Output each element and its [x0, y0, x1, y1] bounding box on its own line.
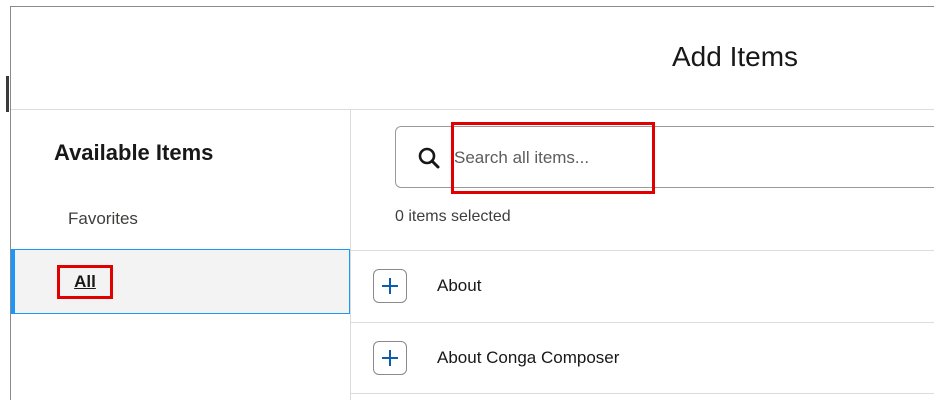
- list-item: About: [351, 250, 934, 322]
- selected-count: 0 items selected: [395, 208, 511, 225]
- window-left-edge: [0, 6, 11, 400]
- items-panel: 0 items selected About About: [351, 110, 934, 400]
- search-icon: [417, 146, 441, 170]
- plus-icon: [382, 350, 398, 366]
- item-label: About Conga Composer: [437, 348, 620, 367]
- add-item-button[interactable]: [373, 341, 407, 375]
- sidebar-item-label: All: [57, 265, 113, 299]
- plus-icon: [382, 278, 398, 294]
- add-item-button[interactable]: [373, 269, 407, 303]
- screenshot-frame: Add Items Available Items Favorites All: [0, 0, 934, 400]
- search-box[interactable]: [395, 126, 934, 188]
- add-items-modal: Add Items Available Items Favorites All: [11, 7, 934, 400]
- item-label: About: [437, 276, 482, 295]
- sidebar-heading: Available Items: [54, 140, 214, 165]
- sidebar-item-all[interactable]: All: [11, 249, 350, 314]
- modal-header: Add Items: [11, 7, 934, 110]
- window-top-edge: [0, 0, 934, 7]
- list-item: About Conga Composer: [351, 322, 934, 394]
- available-items-sidebar: Available Items Favorites All: [11, 110, 351, 400]
- search-input[interactable]: [454, 143, 934, 173]
- modal-title: Add Items: [672, 41, 799, 72]
- sidebar-item-favorites[interactable]: Favorites: [11, 204, 350, 234]
- background-fragment: [6, 76, 9, 112]
- sidebar-item-label: Favorites: [68, 209, 138, 228]
